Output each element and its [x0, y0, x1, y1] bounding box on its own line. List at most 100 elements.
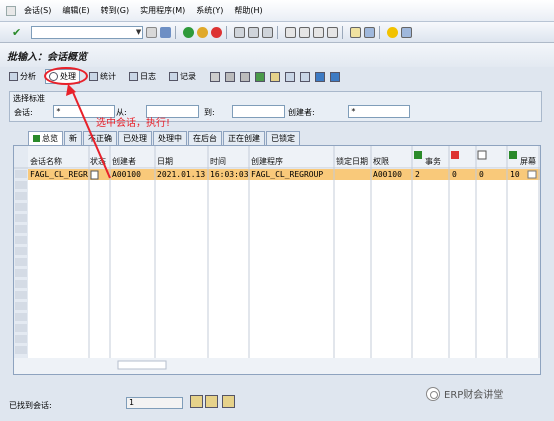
overview-icon — [33, 135, 40, 142]
statistics-button[interactable]: 统计 — [85, 69, 120, 84]
menu-help[interactable]: 帮助(H) — [234, 5, 262, 16]
found-sessions-label: 已找到会话: — [9, 401, 52, 410]
enter-check-icon[interactable]: ✔ — [12, 26, 21, 39]
analyze-icon — [9, 72, 18, 81]
command-field[interactable]: ▼ — [31, 25, 144, 39]
analyze-label: 分析 — [20, 72, 36, 81]
unlock-icon[interactable] — [240, 71, 250, 82]
status-tabs: 总览 新 不正确 已处理 处理中 在后台 正在创建 已锁定 — [28, 131, 301, 145]
find-next-icon[interactable] — [262, 26, 274, 38]
col-header-authority[interactable]: 权限 — [373, 156, 389, 167]
col-header-time[interactable]: 时间 — [210, 156, 226, 167]
col-header-lock-date[interactable]: 锁定日期 — [336, 156, 368, 167]
cell-transactions[interactable]: 2 — [415, 170, 420, 179]
back-green-icon[interactable] — [183, 26, 195, 38]
prev-page-icon[interactable] — [299, 26, 311, 38]
session-table: 会话名称 状态 创建者 日期 时间 创建程序 锁定日期 权限 事务 屏幕 删. … — [13, 145, 541, 375]
tab-incorrect[interactable]: 不正确 — [83, 131, 117, 145]
window-menu-icon[interactable] — [6, 5, 16, 16]
col-header-status[interactable]: 状态 — [90, 156, 106, 167]
creator-input[interactable]: * — [348, 105, 410, 118]
watermark: ERP财会讲堂 — [426, 386, 503, 401]
annotation-text: 选中会话，执行! — [96, 118, 171, 129]
next-entry-icon[interactable] — [205, 395, 218, 408]
menu-edit[interactable]: 编辑(E) — [62, 5, 89, 16]
selection-criteria-title: 选择标准 — [13, 94, 45, 103]
toolbar-separator — [342, 25, 344, 39]
tab-overview[interactable]: 总览 — [28, 131, 63, 145]
record-label: 记录 — [180, 72, 196, 81]
col-header-program[interactable]: 创建程序 — [251, 156, 283, 167]
cell-session-name[interactable]: FAGL_CL_REGR — [30, 170, 88, 179]
col-header-transactions[interactable]: 事务 — [425, 156, 441, 167]
last-entry-icon[interactable] — [222, 395, 235, 408]
col-header-date[interactable]: 日期 — [157, 156, 173, 167]
tab-overview-label: 总览 — [42, 133, 58, 143]
to-date-input[interactable] — [232, 105, 285, 118]
info-icon[interactable] — [330, 71, 340, 82]
log-label: 日志 — [140, 72, 156, 81]
flag-icon[interactable] — [255, 71, 265, 82]
cancel-red-icon[interactable] — [211, 26, 223, 38]
record-button[interactable]: 记录 — [165, 69, 200, 84]
cell-creator[interactable]: A00100 — [112, 170, 141, 179]
creator-label: 创建者: — [288, 108, 315, 117]
back-icon[interactable] — [146, 26, 158, 38]
cell-screens[interactable]: 10 — [510, 170, 520, 179]
lock-icon[interactable] — [225, 71, 235, 82]
new-session-icon[interactable] — [350, 26, 362, 38]
col-header-screens[interactable]: 屏幕 — [520, 156, 536, 167]
menu-bar: 会话(S) 编辑(E) 转到(G) 实用程序(M) 系统(Y) 帮助(H) — [0, 0, 554, 22]
dropdown-arrow-icon[interactable]: ▼ — [136, 28, 141, 36]
layout-icon[interactable] — [401, 26, 413, 38]
cell-authority[interactable]: A00100 — [373, 170, 402, 179]
first-page-icon[interactable] — [285, 26, 297, 38]
sort-desc-icon[interactable] — [300, 71, 310, 82]
analyze-button[interactable]: 分析 — [5, 69, 40, 84]
highlight-ellipse — [44, 67, 88, 85]
to-label: 到: — [204, 108, 215, 117]
statistics-label: 统计 — [100, 72, 116, 81]
session-label: 会话: — [14, 108, 33, 117]
title-bar: 批输入：会话概览 — [0, 43, 554, 67]
cell-time[interactable]: 16:03:03 — [210, 170, 249, 179]
tab-being-created[interactable]: 正在创建 — [223, 131, 265, 145]
wechat-logo-icon — [426, 386, 440, 401]
cell-error-count[interactable]: 0 — [452, 170, 457, 179]
find-icon[interactable] — [248, 26, 260, 38]
cell-processed-count[interactable]: 0 — [479, 170, 484, 179]
shortcut-icon[interactable] — [364, 26, 376, 38]
log-button[interactable]: 日志 — [125, 69, 160, 84]
menu-utilities[interactable]: 实用程序(M) — [140, 5, 185, 16]
col-header-session-name[interactable]: 会话名称 — [30, 156, 62, 167]
next-page-icon[interactable] — [313, 26, 325, 38]
export-icon[interactable] — [315, 71, 325, 82]
menu-system[interactable]: 系统(Y) — [196, 5, 223, 16]
cell-program[interactable]: FAGL_CL_REGROUP — [251, 170, 323, 179]
toolbar-separator — [277, 25, 279, 39]
cell-date[interactable]: 2021.01.13 — [157, 170, 205, 179]
help-icon[interactable] — [387, 26, 399, 38]
print-icon[interactable] — [234, 26, 246, 38]
tab-background[interactable]: 在后台 — [188, 131, 222, 145]
toolbar-separator — [226, 25, 228, 39]
selection-criteria-box: 选择标准 会话: * 从: 到: 创建者: * — [9, 91, 542, 122]
watermark-text: ERP财会讲堂 — [444, 390, 504, 401]
tab-in-process[interactable]: 处理中 — [153, 131, 187, 145]
first-entry-icon[interactable] — [190, 395, 203, 408]
save-icon[interactable] — [160, 26, 172, 38]
exit-yellow-icon[interactable] — [197, 26, 209, 38]
sort-asc-icon[interactable] — [285, 71, 295, 82]
selection-row: 会话: * 从: 到: 创建者: * — [10, 104, 541, 120]
menu-session[interactable]: 会话(S) — [24, 5, 51, 16]
table-grid — [14, 146, 540, 374]
menu-goto[interactable]: 转到(G) — [101, 5, 129, 16]
filter-icon[interactable] — [270, 71, 280, 82]
col-header-creator[interactable]: 创建者 — [112, 156, 136, 167]
delete-icon[interactable] — [210, 71, 220, 82]
toolbar-separator — [379, 25, 381, 39]
tab-processed[interactable]: 已处理 — [118, 131, 152, 145]
tab-new[interactable]: 新 — [64, 131, 82, 145]
last-page-icon[interactable] — [327, 26, 339, 38]
tab-locked[interactable]: 已锁定 — [266, 131, 300, 145]
